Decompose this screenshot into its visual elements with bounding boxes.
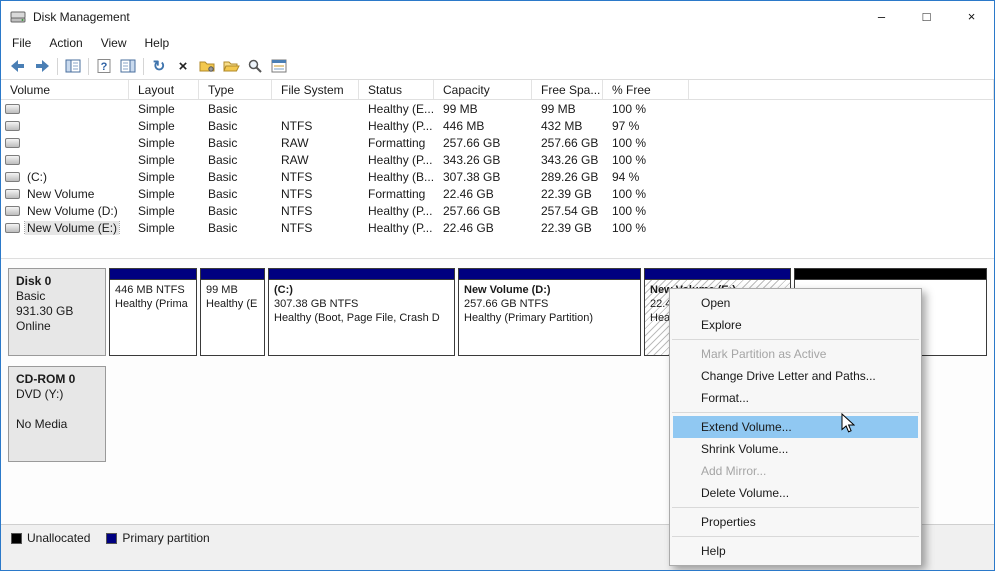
- cdrom-label-panel[interactable]: CD-ROM 0 DVD (Y:) No Media: [8, 366, 106, 462]
- menu-item-mark-partition-active: Mark Partition as Active: [701, 347, 827, 361]
- window-title: Disk Management: [33, 9, 130, 24]
- volume-row-c[interactable]: (C:) Simple Basic NTFS Healthy (B... 307…: [1, 168, 994, 185]
- menu-separator: [672, 339, 919, 340]
- menu-bar: File Action View Help: [1, 32, 994, 53]
- menu-item-delete-volume[interactable]: Delete Volume...: [670, 482, 921, 504]
- folder-properties-icon[interactable]: [195, 55, 219, 77]
- volume-row[interactable]: Simple Basic RAW Healthy (P... 343.26 GB…: [1, 151, 994, 168]
- menu-separator: [672, 536, 919, 537]
- toolbar-separator: [143, 57, 144, 75]
- menu-item-extend-volume[interactable]: Extend Volume...: [670, 416, 921, 438]
- column-header-file-system[interactable]: File System: [272, 80, 359, 99]
- volume-icon: [5, 222, 20, 233]
- show-console-tree-icon[interactable]: [61, 55, 85, 77]
- delete-volume-icon[interactable]: ×: [171, 55, 195, 77]
- disk0-label-panel[interactable]: Disk 0 Basic 931.30 GB Online: [8, 268, 106, 356]
- toolbar-separator: [57, 57, 58, 75]
- column-header-layout[interactable]: Layout: [129, 80, 199, 99]
- column-header-volume[interactable]: Volume: [1, 80, 129, 99]
- menu-item-explore[interactable]: Explore: [670, 314, 921, 336]
- menu-separator: [672, 507, 919, 508]
- menu-item-help[interactable]: Help: [670, 540, 921, 562]
- partition-99mb[interactable]: 99 MB Healthy (E: [200, 268, 265, 356]
- minimize-button[interactable]: –: [859, 1, 904, 32]
- legend-primary-partition: Primary partition: [106, 531, 210, 545]
- svg-text:?: ?: [101, 61, 108, 73]
- volume-list: Volume Layout Type File System Status Ca…: [1, 80, 994, 258]
- volume-icon: [5, 120, 20, 131]
- menu-item-format[interactable]: Format...: [670, 387, 921, 409]
- column-header-type[interactable]: Type: [199, 80, 272, 99]
- volume-row-new-volume[interactable]: New Volume Simple Basic NTFS Formatting …: [1, 185, 994, 202]
- back-icon[interactable]: [6, 55, 30, 77]
- refresh-icon[interactable]: ↻: [147, 55, 171, 77]
- app-icon: [10, 11, 26, 22]
- volume-icon: [5, 154, 20, 165]
- menu-help[interactable]: Help: [136, 34, 179, 52]
- legend-unallocated: Unallocated: [11, 531, 90, 545]
- primary-partition-band: [269, 269, 454, 280]
- column-header-status[interactable]: Status: [359, 80, 434, 99]
- menu-item-open[interactable]: Open: [670, 292, 921, 314]
- menu-item-change-drive-letter[interactable]: Change Drive Letter and Paths...: [670, 365, 921, 387]
- volume-row[interactable]: Simple Basic NTFS Healthy (P... 446 MB 4…: [1, 117, 994, 134]
- menu-file[interactable]: File: [3, 34, 40, 52]
- forward-icon[interactable]: [30, 55, 54, 77]
- search-icon[interactable]: [243, 55, 267, 77]
- volume-list-header: Volume Layout Type File System Status Ca…: [1, 80, 994, 100]
- partition-context-menu: Open Explore Mark Partition as Active Ch…: [669, 288, 922, 566]
- toolbar: ? ↻ ×: [1, 53, 994, 80]
- disk-management-window: Disk Management – □ × File Action View H…: [0, 0, 995, 571]
- menu-separator: [672, 412, 919, 413]
- volume-row-d[interactable]: New Volume (D:) Simple Basic NTFS Health…: [1, 202, 994, 219]
- primary-partition-band: [110, 269, 196, 280]
- menu-item-properties[interactable]: Properties: [670, 511, 921, 533]
- volume-icon: [5, 205, 20, 216]
- volume-icon: [5, 137, 20, 148]
- menu-item-add-mirror: Add Mirror...: [701, 464, 767, 478]
- volume-row-e-selected[interactable]: New Volume (E:) Simple Basic NTFS Health…: [1, 219, 994, 236]
- primary-partition-band: [459, 269, 640, 280]
- unallocated-band: [795, 269, 986, 280]
- title-bar: Disk Management – □ ×: [1, 1, 994, 32]
- volume-icon: [5, 171, 20, 182]
- volume-row[interactable]: Simple Basic RAW Formatting 257.66 GB 25…: [1, 134, 994, 151]
- export-list-icon[interactable]: [267, 55, 291, 77]
- column-header-free-space[interactable]: Free Spa...: [532, 80, 603, 99]
- partition-446mb[interactable]: 446 MB NTFS Healthy (Prima: [109, 268, 197, 356]
- column-header-filler: [689, 80, 994, 99]
- maximize-button[interactable]: □: [904, 1, 949, 32]
- volume-row[interactable]: Simple Basic Healthy (E... 99 MB 99 MB 1…: [1, 100, 994, 117]
- volume-icon: [5, 103, 20, 114]
- close-button[interactable]: ×: [949, 1, 994, 32]
- show-action-pane-icon[interactable]: [116, 55, 140, 77]
- column-header-capacity[interactable]: Capacity: [434, 80, 532, 99]
- partition-d[interactable]: New Volume (D:) 257.66 GB NTFS Healthy (…: [458, 268, 641, 356]
- primary-partition-band: [201, 269, 264, 280]
- toolbar-separator: [88, 57, 89, 75]
- partition-c[interactable]: (C:) 307.38 GB NTFS Healthy (Boot, Page …: [268, 268, 455, 356]
- primary-partition-swatch: [106, 532, 118, 544]
- menu-view[interactable]: View: [92, 34, 136, 52]
- help-icon[interactable]: ?: [92, 55, 116, 77]
- volume-icon: [5, 188, 20, 199]
- menu-item-shrink-volume[interactable]: Shrink Volume...: [670, 438, 921, 460]
- menu-action[interactable]: Action: [40, 34, 91, 52]
- unallocated-swatch: [11, 532, 22, 544]
- column-header-pct-free[interactable]: % Free: [603, 80, 689, 99]
- open-folder-icon[interactable]: [219, 55, 243, 77]
- primary-partition-band: [645, 269, 790, 280]
